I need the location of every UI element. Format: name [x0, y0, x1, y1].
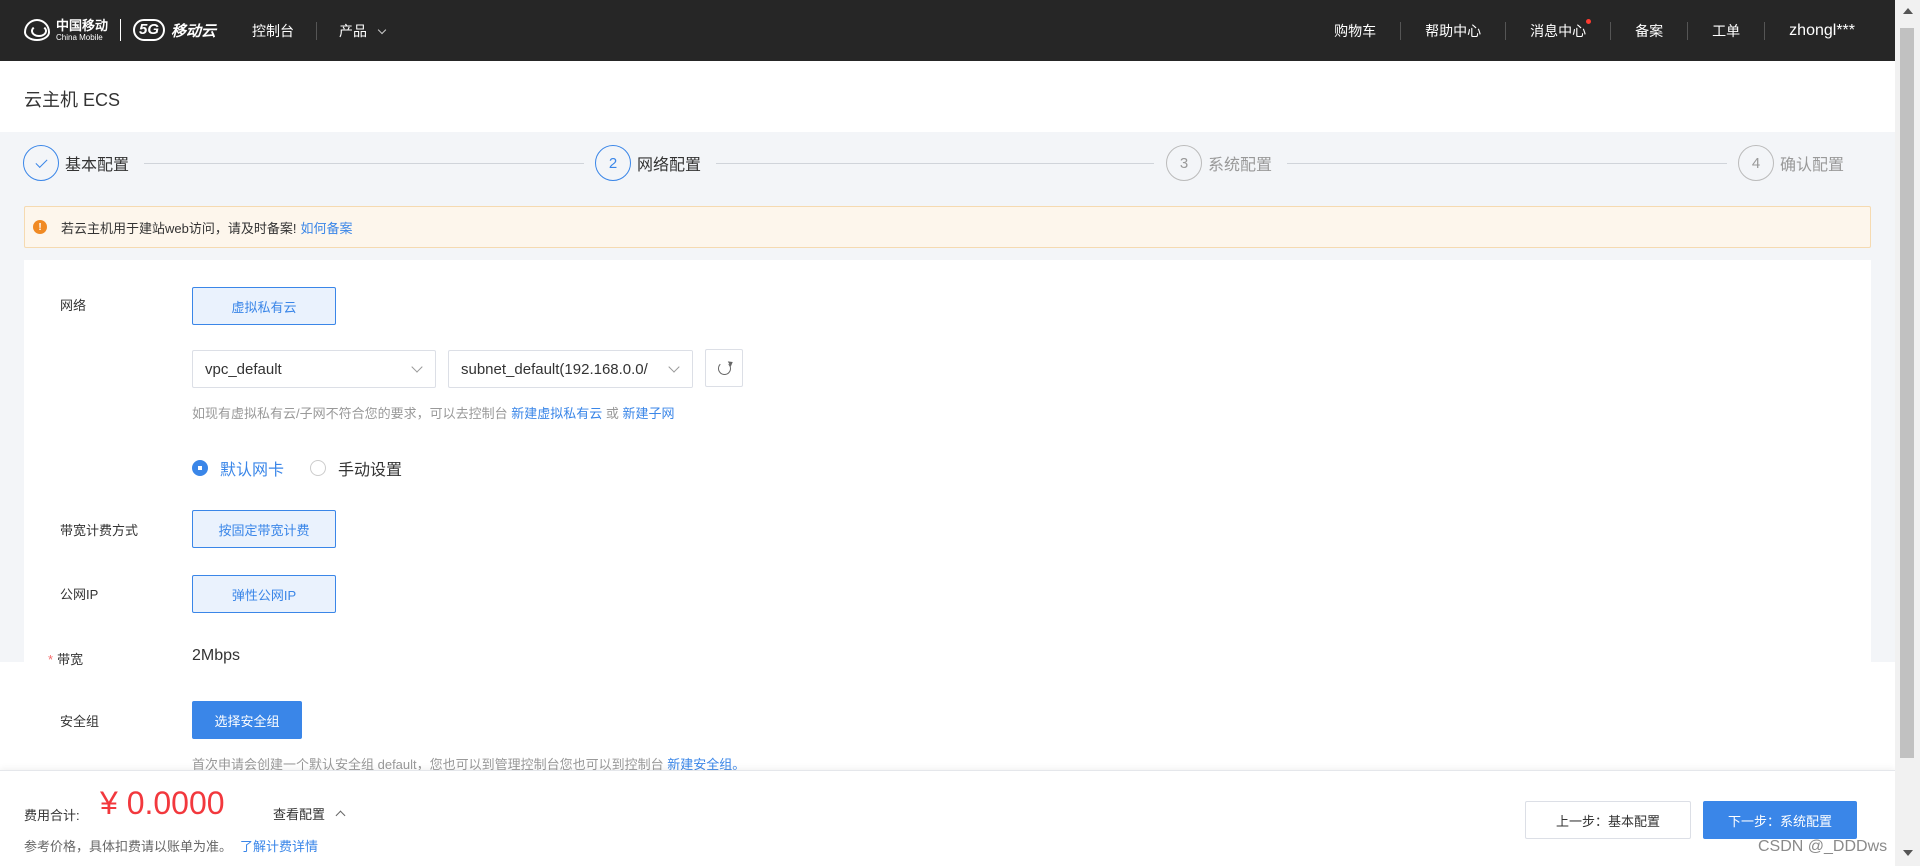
- scroll-down-arrow-icon[interactable]: [1903, 850, 1913, 856]
- nav-console-link[interactable]: 控制台: [252, 21, 294, 41]
- reference-price-note: 参考价格，具体扣费请以账单为准。 了解计费详情: [24, 839, 319, 854]
- nav-filing-link[interactable]: 备案: [1635, 21, 1663, 41]
- public-ip-label: 公网IP: [60, 587, 99, 602]
- step-label: 网络配置: [637, 157, 702, 174]
- how-to-file-link[interactable]: 如何备案: [300, 218, 352, 237]
- step-number: 2: [595, 145, 631, 181]
- radio-unchecked-icon: [310, 460, 327, 476]
- vpc-select[interactable]: vpc_default: [192, 350, 436, 388]
- nav-divider: [1400, 21, 1402, 40]
- step-confirm-config: 4 确认配置: [1738, 145, 1844, 181]
- chevron-down-icon: [377, 25, 387, 34]
- nic-radio-group: 默认网卡 手动设置: [192, 456, 428, 480]
- logo-5g-badge: 5G: [133, 19, 166, 41]
- logo-en-text: China Mobile: [56, 32, 103, 42]
- vpc-type-button[interactable]: 虚拟私有云: [192, 287, 336, 325]
- nav-products-label: 产品: [339, 22, 367, 39]
- scroll-up-arrow-icon[interactable]: [1903, 8, 1913, 14]
- nav-divider: [316, 21, 317, 40]
- top-navbar: 中国移动 China Mobile 5G 移动云 控制台 产品 购物车 帮助中心…: [0, 0, 1895, 61]
- network-label: 网络: [60, 298, 87, 313]
- required-mark: *: [48, 652, 54, 667]
- logo-cn-text: 中国移动: [56, 17, 109, 33]
- step-connector: [144, 163, 584, 164]
- new-vpc-link[interactable]: 新建虚拟私有云: [511, 406, 602, 421]
- next-step-button[interactable]: 下一步：系统配置: [1703, 801, 1857, 839]
- step-number: 4: [1738, 145, 1774, 181]
- step-check-icon: [23, 145, 59, 181]
- network-hint: 如现有虚拟私有云/子网不符合您的要求，可以去控制台 新建虚拟私有云 或 新建子网: [192, 406, 675, 421]
- nav-messages-label: 消息中心: [1530, 22, 1587, 39]
- nic-manual-radio[interactable]: 手动设置: [310, 456, 402, 480]
- page-title: 云主机 ECS: [24, 90, 121, 110]
- warning-icon: !: [33, 220, 47, 234]
- china-mobile-logo[interactable]: 中国移动 China Mobile 5G 移动云: [24, 16, 216, 44]
- step-connector: [1287, 163, 1727, 164]
- nav-help-link[interactable]: 帮助中心: [1425, 21, 1481, 41]
- step-label: 系统配置: [1208, 157, 1273, 174]
- step-label: 确认配置: [1780, 157, 1845, 174]
- nav-products-menu[interactable]: 产品: [339, 21, 387, 41]
- csdn-watermark: CSDN @_DDDws: [1758, 838, 1888, 855]
- bandwidth-label: * 带宽: [48, 652, 84, 667]
- page-scrollbar[interactable]: [1895, 0, 1920, 866]
- vpc-select-value: vpc_default: [205, 360, 282, 378]
- nav-left: 控制台 产品: [252, 0, 387, 61]
- nav-divider: [1764, 21, 1766, 40]
- refresh-icon: [717, 361, 731, 375]
- china-mobile-logo-icon: [24, 19, 50, 41]
- nav-divider: [1610, 21, 1612, 40]
- logo-divider: [120, 19, 122, 41]
- new-subnet-link[interactable]: 新建子网: [623, 406, 675, 421]
- radio-checked-icon: [192, 460, 208, 476]
- step-basic-config: 基本配置: [23, 145, 129, 181]
- nav-divider: [1505, 21, 1507, 40]
- fixed-bandwidth-billing-button[interactable]: 按固定带宽计费: [192, 510, 336, 548]
- step-network-config: 2 网络配置: [595, 145, 701, 181]
- security-group-label: 安全组: [60, 714, 100, 729]
- step-label: 基本配置: [65, 157, 130, 174]
- nav-messages-link[interactable]: 消息中心: [1530, 18, 1592, 41]
- elastic-ip-button[interactable]: 弹性公网IP: [192, 575, 336, 613]
- step-connector: [716, 163, 1154, 164]
- step-system-config: 3 系统配置: [1166, 145, 1272, 181]
- nav-ticket-link[interactable]: 工单: [1712, 21, 1740, 41]
- chevron-down-icon: [411, 361, 423, 373]
- step-number: 3: [1166, 145, 1202, 181]
- prev-step-button[interactable]: 上一步：基本配置: [1525, 801, 1691, 839]
- select-security-group-button[interactable]: 选择安全组: [192, 701, 302, 739]
- order-footer-bar: 费用合计: ¥ 0.0000 查看配置 参考价格，具体扣费请以账单为准。 了解计费…: [0, 770, 1895, 866]
- nic-default-radio[interactable]: 默认网卡: [192, 456, 284, 480]
- billing-method-label: 带宽计费方式: [60, 523, 139, 538]
- user-account-menu[interactable]: zhongl***: [1789, 22, 1855, 40]
- cost-total-value: ¥ 0.0000: [100, 785, 225, 821]
- cost-total-label: 费用合计:: [24, 808, 80, 823]
- refresh-button[interactable]: [705, 349, 743, 387]
- billing-details-link[interactable]: 了解计费详情: [240, 839, 318, 854]
- logo-brand-text: 移动云: [171, 22, 217, 40]
- filing-notice: ! 若云主机用于建站web访问，请及时备案! 如何备案: [24, 206, 1871, 248]
- nav-cart-link[interactable]: 购物车: [1334, 21, 1376, 41]
- subnet-select-value: subnet_default(192.168.0.0/: [461, 360, 648, 378]
- nav-divider: [1687, 21, 1689, 40]
- unread-dot-icon: [1586, 18, 1592, 24]
- scroll-thumb[interactable]: [1900, 28, 1914, 758]
- subnet-select[interactable]: subnet_default(192.168.0.0/: [448, 350, 693, 388]
- view-config-toggle[interactable]: 查看配置: [273, 804, 346, 823]
- chevron-up-icon: [335, 810, 346, 821]
- notice-text: 若云主机用于建站web访问，请及时备案!: [61, 220, 297, 236]
- bandwidth-value: 2Mbps: [192, 647, 241, 664]
- nav-right: 购物车 帮助中心 消息中心 备案 工单 zhongl***: [1334, 0, 1855, 61]
- network-config-form: 网络 虚拟私有云 vpc_default subnet_default(192.…: [24, 260, 1871, 772]
